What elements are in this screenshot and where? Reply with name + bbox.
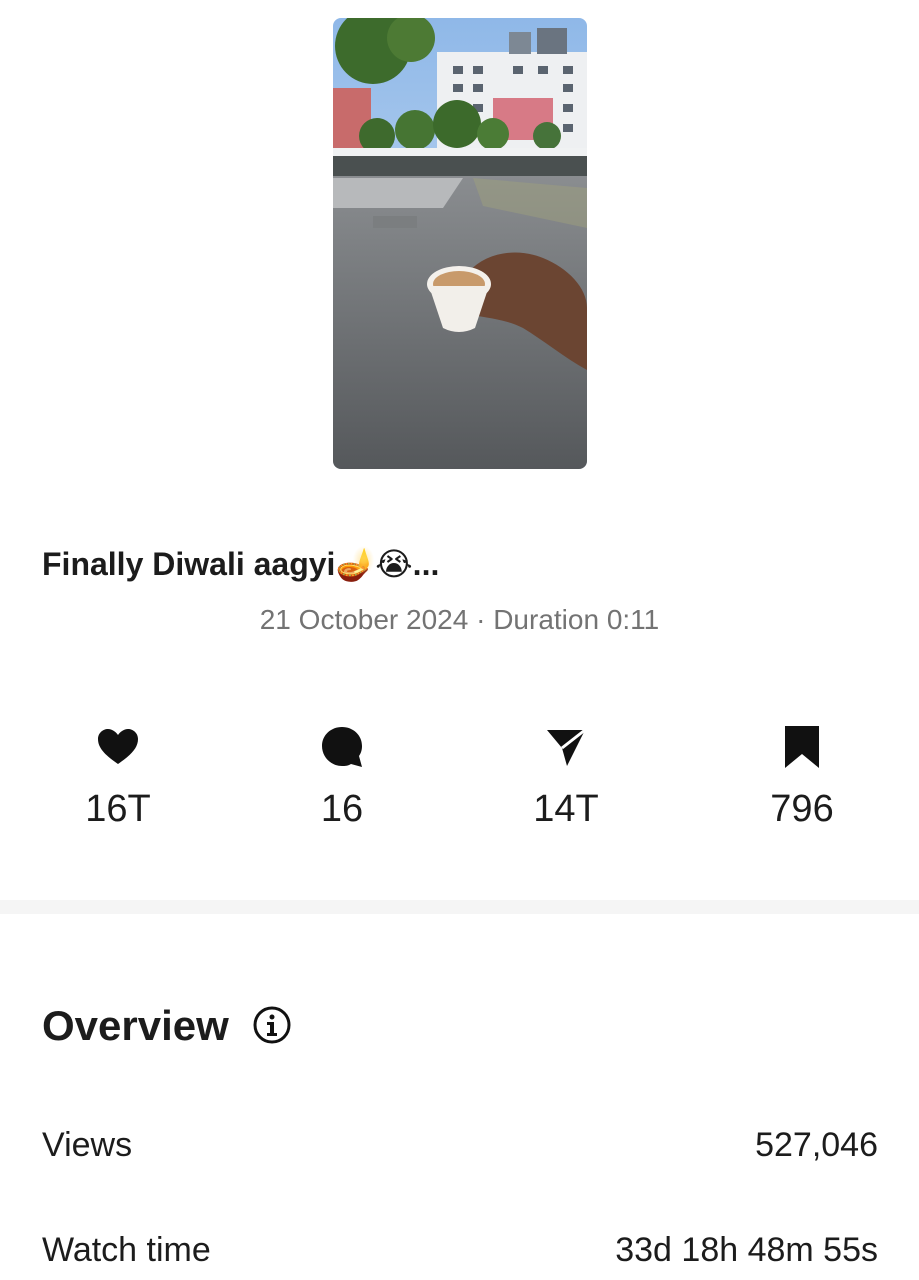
info-icon[interactable] [252,1005,292,1045]
comment-icon [319,724,365,770]
watch-time-row: Watch time 33d 18h 48m 55s [42,1231,878,1275]
heart-icon [95,724,141,770]
share-icon [543,724,589,770]
views-row: Views 527,046 [42,1126,878,1170]
saves-metric[interactable]: 796 [722,724,882,834]
comments-metric[interactable]: 16 [262,724,422,834]
post-meta: 21 October 2024 · Duration 0:11 [259,604,660,635]
bookmark-icon [779,724,825,770]
watch-time-label: Watch time [42,1231,211,1269]
likes-metric[interactable]: 16T [38,724,198,834]
comments-count: 16 [320,788,364,830]
overview-title: Overview [42,1002,229,1049]
views-label: Views [42,1126,133,1164]
reel-thumbnail[interactable] [333,18,587,469]
engagement-metrics: 16T 16 14T 796 [0,724,919,834]
shares-metric[interactable]: 14T [486,724,646,834]
shares-count: 14T [533,788,599,830]
views-value: 527,046 [755,1126,878,1164]
likes-count: 16T [85,788,151,830]
saves-count: 796 [770,788,834,830]
post-caption: Finally Diwali aagyi🪔😭... [42,546,440,582]
watch-time-value: 33d 18h 48m 55s [615,1231,878,1269]
section-divider [0,900,919,914]
